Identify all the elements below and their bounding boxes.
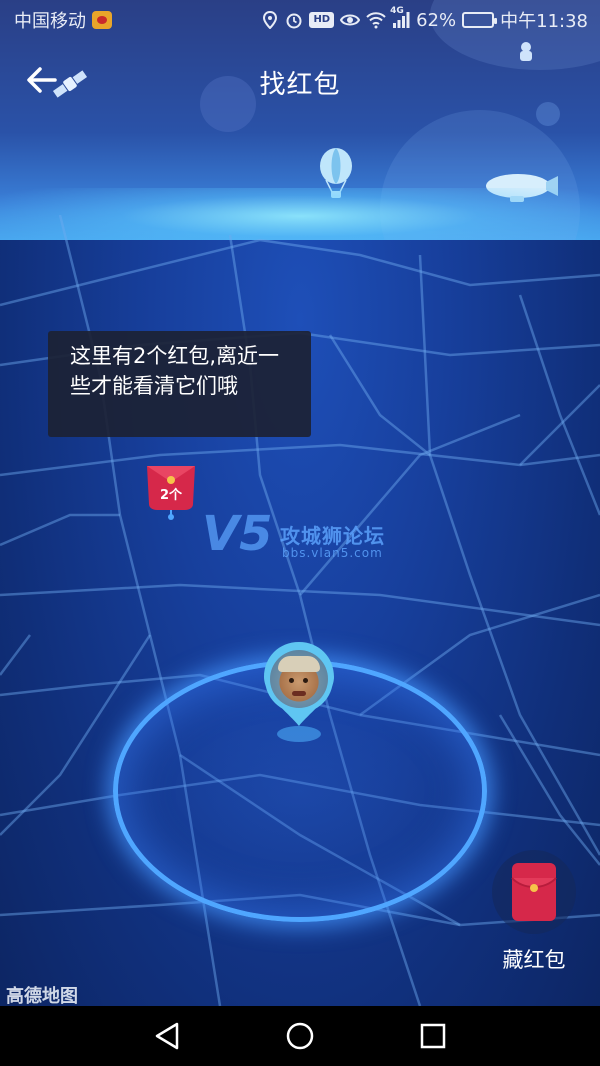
envelope-count: 2个 — [159, 488, 183, 503]
watermark: V5 攻城狮论坛 bbs.vlan5.com — [200, 500, 420, 570]
map-provider-logo: 高德地图 — [6, 986, 78, 1007]
app-header: 找红包 — [0, 40, 600, 124]
back-triangle-icon — [155, 1022, 178, 1050]
network-type: 4G — [390, 6, 404, 16]
recents-square-icon — [421, 1023, 446, 1049]
page-title: 找红包 — [259, 70, 341, 100]
watermark-title: 攻城狮论坛 — [280, 524, 385, 548]
hide-red-envelope-button[interactable] — [492, 850, 576, 934]
avatar — [265, 645, 333, 713]
signal-icon: 4G — [390, 6, 410, 28]
nav-back-button[interactable] — [147, 1016, 187, 1056]
status-left: 中国移动 — [14, 7, 112, 33]
nav-home-button[interactable] — [280, 1016, 320, 1056]
navigation-bar — [0, 1006, 600, 1066]
wifi-icon — [366, 12, 386, 29]
carrier-name: 中国移动 — [14, 11, 86, 32]
avatar-photo — [270, 650, 328, 708]
eye-icon — [340, 14, 361, 26]
hd-icon: HD — [309, 12, 335, 28]
home-circle-icon — [286, 1022, 314, 1050]
status-right: HD 4G 62% 中午11:38 — [261, 6, 588, 33]
alarm-icon — [286, 13, 302, 29]
hide-red-envelope-label: 藏红包 — [502, 948, 566, 972]
hint-tooltip: 这里有2个红包,离近一些才能看清它们哦 — [48, 331, 311, 437]
v5-logo-text: V5 — [202, 506, 273, 562]
red-envelope-icon — [511, 863, 557, 921]
battery-icon — [462, 12, 498, 28]
weibo-icon — [92, 11, 112, 29]
status-bar: 中国移动 HD 4G 62% 中午11:38 — [0, 0, 600, 40]
nav-recents-button[interactable] — [413, 1016, 453, 1056]
screen: 中国移动 HD 4G 62% 中午11:38 找红包 这里有2个红包,离近一些才… — [0, 0, 600, 1066]
location-icon — [263, 11, 278, 29]
v5-logo: V5 — [202, 506, 273, 562]
battery-percent: 62% — [416, 9, 457, 31]
red-envelope-marker[interactable]: 2个 — [143, 460, 199, 522]
watermark-url: bbs.vlan5.com — [282, 546, 383, 560]
user-location-pin[interactable] — [260, 640, 338, 744]
clock: 中午11:38 — [500, 11, 588, 32]
